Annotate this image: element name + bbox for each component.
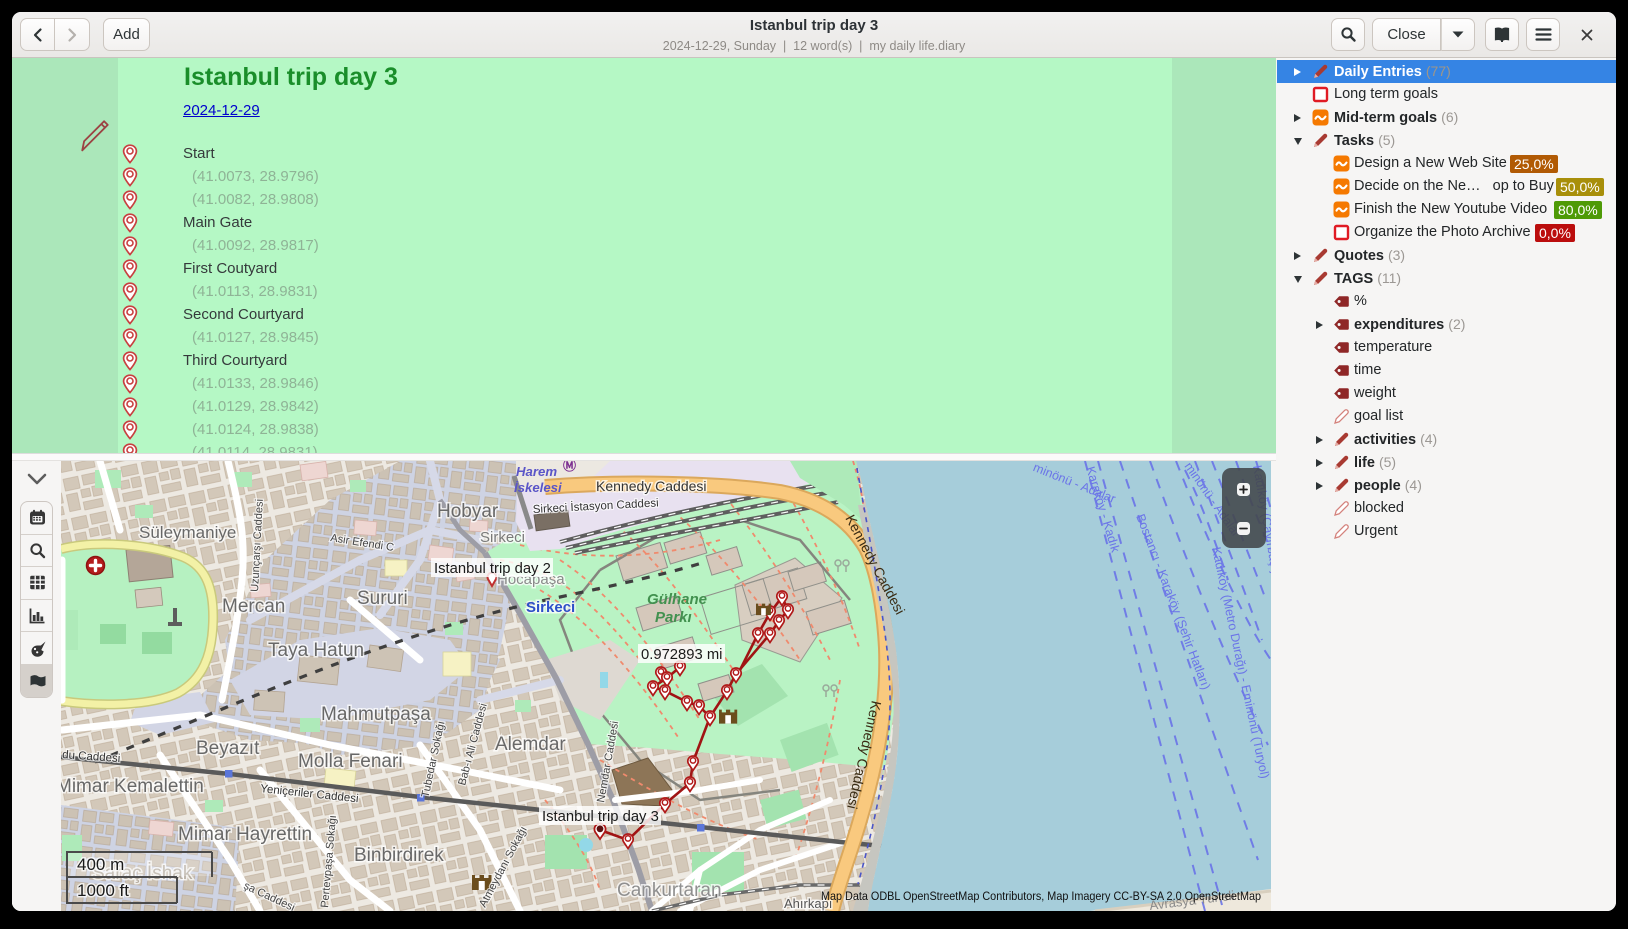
svg-text:Ⓜ: Ⓜ — [563, 461, 576, 473]
svg-text:Mimar Kemalettin: Mimar Kemalettin — [61, 776, 204, 797]
svg-text:Istanbul trip day 3: Istanbul trip day 3 — [542, 809, 659, 825]
svg-text:400 m: 400 m — [77, 855, 124, 874]
svg-text:Molla Fenari: Molla Fenari — [298, 751, 403, 772]
svg-text:İskelesi: İskelesi — [514, 480, 562, 495]
svg-text:Kennedy Caddesi: Kennedy Caddesi — [596, 478, 707, 494]
svg-text:Beyazıt: Beyazıt — [196, 738, 260, 759]
svg-text:Istanbul trip day 2: Istanbul trip day 2 — [434, 561, 551, 577]
svg-text:Alemdar: Alemdar — [495, 734, 566, 755]
svg-text:Harem: Harem — [516, 464, 557, 479]
svg-text:Sururi: Sururi — [357, 588, 408, 609]
svg-text:Map Data ODBL OpenStreetMap Co: Map Data ODBL OpenStreetMap Contributors… — [821, 889, 1261, 903]
svg-text:Parkı: Parkı — [655, 609, 692, 626]
svg-text:Mahmutpaşa: Mahmutpaşa — [321, 704, 431, 725]
svg-text:Cankurtaran: Cankurtaran — [617, 880, 722, 901]
svg-text:Süleymaniye: Süleymaniye — [139, 523, 236, 542]
svg-text:0.972893 mi: 0.972893 mi — [641, 647, 722, 663]
svg-text:Mercan: Mercan — [222, 596, 285, 617]
svg-text:1000 ft: 1000 ft — [77, 881, 129, 900]
svg-text:Mimar Hayrettin: Mimar Hayrettin — [178, 824, 312, 845]
svg-text:Gülhane: Gülhane — [647, 591, 707, 608]
svg-text:Hobyar: Hobyar — [437, 501, 499, 522]
svg-text:Taya Hatun: Taya Hatun — [268, 640, 364, 661]
svg-text:Sirkeci: Sirkeci — [526, 599, 575, 616]
svg-text:Sirkeci: Sirkeci — [480, 529, 525, 546]
svg-text:Binbirdirek: Binbirdirek — [354, 845, 444, 866]
